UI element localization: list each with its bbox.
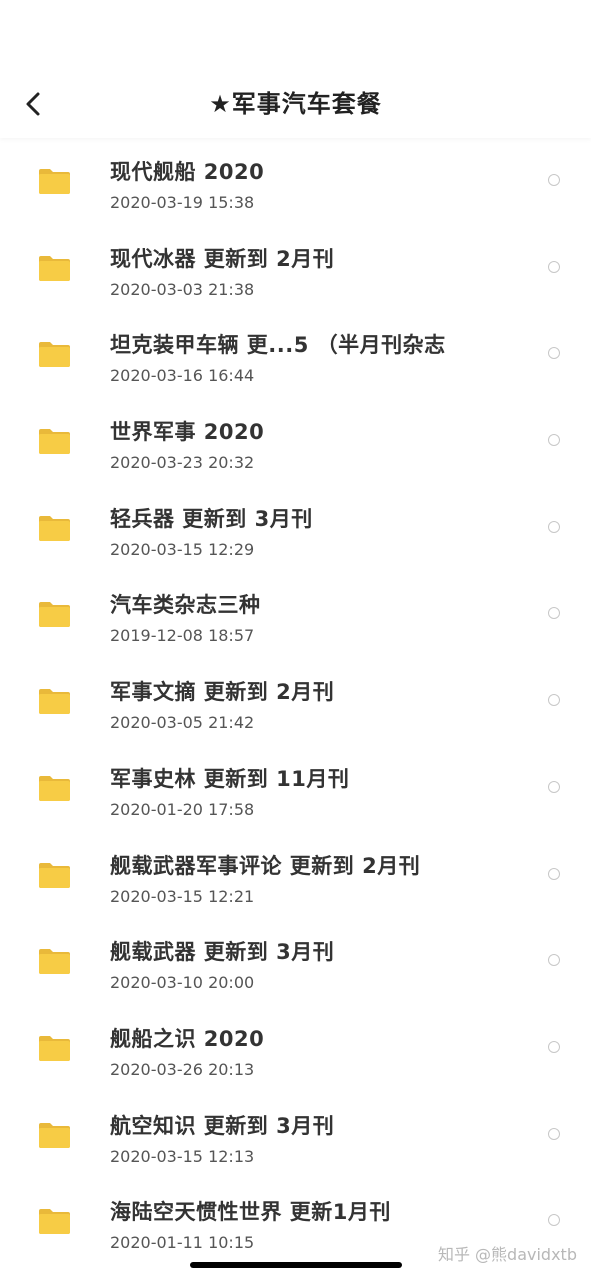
select-radio[interactable] (548, 1214, 560, 1227)
folder-list: 现代舰船 2020 2020-03-19 15:38 现代冰器 更新到 2月刊 202… (0, 138, 591, 1265)
folder-date: 2019-12-08 18:57 (110, 626, 255, 646)
list-item[interactable]: 坦克装甲车辆 更...5 （半月刊杂志 2020-03-16 16:44 (0, 311, 591, 398)
folder-icon (38, 948, 71, 975)
folder-date: 2020-03-03 21:38 (110, 279, 255, 299)
folder-icon (38, 688, 71, 715)
select-radio[interactable] (548, 954, 560, 967)
folder-date: 2020-03-26 20:13 (110, 1059, 255, 1079)
folder-icon (38, 1035, 71, 1062)
list-item[interactable]: 现代冰器 更新到 2月刊 2020-03-03 21:38 (0, 225, 591, 312)
folder-date: 2020-03-15 12:21 (110, 886, 255, 906)
list-item[interactable]: 军事史林 更新到 11月刊 2020-01-20 17:58 (0, 745, 591, 832)
folder-name: 海陆空天惯性世界 更新1月刊 (110, 1200, 391, 1225)
folder-date: 2020-03-05 21:42 (110, 713, 255, 733)
folder-date: 2020-03-19 15:38 (110, 193, 255, 212)
list-item[interactable]: 舰载武器军事评论 更新到 2月刊 2020-03-15 12:21 (0, 832, 591, 919)
folder-date: 2020-01-11 10:15 (110, 1233, 255, 1253)
folder-name: 轻兵器 更新到 3月刊 (110, 506, 313, 531)
navigation-bar: ★军事汽车套餐 (0, 0, 591, 138)
folder-icon (38, 168, 71, 195)
folder-name: 现代舰船 2020 (110, 160, 265, 184)
folder-name: 航空知识 更新到 3月刊 (110, 1113, 335, 1138)
list-item[interactable]: 舰船之识 2020 2020-03-26 20:13 (0, 1005, 591, 1092)
select-radio[interactable] (548, 867, 560, 880)
folder-icon (38, 341, 71, 368)
select-radio[interactable] (548, 520, 560, 533)
folder-name: 坦克装甲车辆 更...5 （半月刊杂志 (110, 333, 446, 358)
folder-icon (38, 601, 71, 628)
select-radio[interactable] (548, 434, 560, 447)
list-item[interactable]: 现代舰船 2020 2020-03-19 15:38 (0, 138, 591, 225)
folder-date: 2020-03-23 20:32 (110, 453, 255, 473)
list-item[interactable]: 舰载武器 更新到 3月刊 2020-03-10 20:00 (0, 918, 591, 1005)
folder-icon (38, 862, 71, 889)
watermark: 知乎 @熊davidxtb (437, 1245, 577, 1264)
select-radio[interactable] (548, 694, 560, 707)
folder-name: 舰载武器军事评论 更新到 2月刊 (110, 853, 421, 878)
page-title: ★军事汽车套餐 (209, 90, 382, 118)
select-radio[interactable] (548, 1040, 560, 1053)
folder-date: 2020-03-15 12:13 (110, 1146, 255, 1166)
list-item[interactable]: 汽车类杂志三种 2019-12-08 18:57 (0, 571, 591, 658)
folder-date: 2020-03-10 20:00 (110, 973, 255, 993)
folder-date: 2020-03-16 16:44 (110, 366, 255, 386)
select-radio[interactable] (548, 1127, 560, 1140)
folder-icon (38, 428, 71, 455)
select-radio[interactable] (548, 607, 560, 620)
folder-name: 舰船之识 2020 (110, 1026, 265, 1051)
folder-name: 世界军事 2020 (110, 420, 265, 445)
select-radio[interactable] (548, 260, 560, 273)
folder-icon (38, 255, 71, 282)
home-indicator (190, 1262, 402, 1268)
folder-name: 汽车类杂志三种 (110, 593, 261, 618)
select-radio[interactable] (548, 174, 560, 186)
list-item[interactable]: 航空知识 更新到 3月刊 2020-03-15 12:13 (0, 1092, 591, 1179)
folder-date: 2020-01-20 17:58 (110, 799, 255, 819)
folder-name: 舰载武器 更新到 3月刊 (110, 940, 335, 965)
folder-name: 现代冰器 更新到 2月刊 (110, 246, 335, 271)
folder-icon (38, 515, 71, 542)
folder-icon (38, 1208, 71, 1235)
screen: ★军事汽车套餐 现代舰船 2020 2020-03-19 15:38 现代冰器 更新… (0, 0, 591, 1280)
select-radio[interactable] (548, 780, 560, 793)
list-item[interactable]: 世界军事 2020 2020-03-23 20:32 (0, 398, 591, 485)
folder-icon (38, 1122, 71, 1149)
folder-name: 军事史林 更新到 11月刊 (110, 766, 350, 791)
folder-name: 军事文摘 更新到 2月刊 (110, 680, 335, 705)
select-radio[interactable] (548, 347, 560, 360)
list-item[interactable]: 军事文摘 更新到 2月刊 2020-03-05 21:42 (0, 658, 591, 745)
folder-icon (38, 775, 71, 802)
list-item[interactable]: 轻兵器 更新到 3月刊 2020-03-15 12:29 (0, 485, 591, 572)
folder-date: 2020-03-15 12:29 (110, 539, 255, 559)
